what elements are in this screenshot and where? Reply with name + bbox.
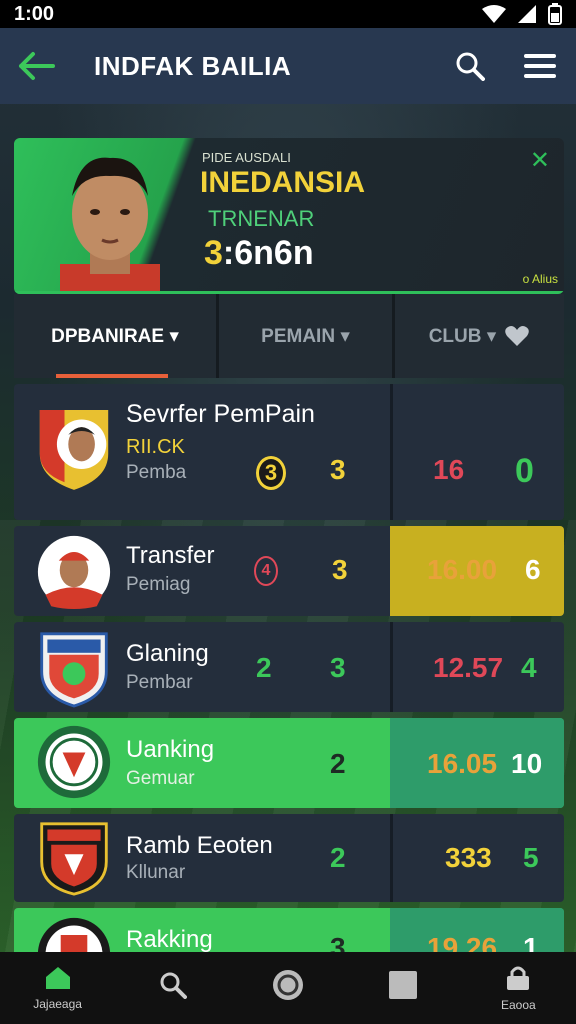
wifi-icon — [482, 5, 506, 23]
hero-value: 3:6n6n — [204, 234, 314, 272]
row-name: Glaning — [126, 640, 209, 667]
row-stat-2: 3 — [330, 652, 346, 683]
status-bar: 1:00 — [0, 0, 576, 28]
club-logo — [40, 822, 108, 896]
row-stat-3: 19.26 — [427, 932, 498, 952]
tab-label: CLUB ▾ — [428, 325, 497, 347]
row-stat-1: 3 — [256, 456, 286, 490]
hero-supertitle: PIDE AUSDALI — [202, 150, 291, 165]
menu-button[interactable] — [518, 44, 562, 88]
lock-icon — [507, 966, 530, 990]
nav-ball[interactable] — [238, 968, 338, 1008]
hero-corner-text: o Alius — [522, 272, 558, 286]
row-stat-3: 333 — [445, 842, 492, 873]
search-button[interactable] — [448, 44, 492, 88]
hero-name: INEDANSIA — [200, 166, 366, 199]
row-name: Transfer — [126, 542, 215, 569]
row-stat-3: 12.57 — [433, 652, 504, 683]
active-tab-indicator — [56, 374, 168, 378]
heart-icon[interactable] — [504, 324, 530, 348]
tab-label: DPBANIRAE ▾ — [51, 325, 179, 347]
row-name: Rakking — [126, 926, 213, 952]
tab-pemain[interactable]: PEMAIN ▾ — [216, 294, 392, 378]
tab-dpbaniriae[interactable]: DPBANIRAE ▾ — [14, 294, 216, 378]
row-name: Uanking — [126, 736, 215, 763]
club-logo — [37, 917, 111, 952]
search-icon — [456, 52, 485, 81]
hero-subtitle: TRNENAR — [208, 206, 315, 231]
row-sub: Gemuar — [126, 768, 195, 789]
row-sub: Pembar — [126, 672, 193, 693]
row-stat-4: 0 — [515, 452, 534, 490]
player-photo — [60, 157, 160, 294]
row-sub: Pemba — [126, 462, 187, 483]
row-sub: Pemiag — [126, 574, 191, 595]
row-stat-4: 1 — [523, 932, 539, 952]
tab-club[interactable]: CLUB ▾ — [392, 294, 564, 378]
square-icon — [389, 971, 418, 999]
row-stat-3: 16.05 — [427, 748, 498, 779]
row-stat-3: 16.00 — [427, 554, 498, 585]
status-icons — [482, 3, 562, 25]
nav-profile[interactable]: Eaooa — [468, 964, 568, 1012]
table-row[interactable]: Ramb Eeoten Kllunar 2 333 5 — [14, 814, 564, 902]
row-stat-4: 5 — [523, 842, 539, 873]
status-time: 1:00 — [14, 2, 55, 25]
nav-home[interactable]: Jajaeaga — [8, 965, 108, 1011]
club-logo — [37, 725, 111, 799]
nav-label: Jajaeaga — [33, 997, 82, 1011]
row-stat-1: 2 — [256, 652, 272, 683]
row-stat-3: 16 — [433, 454, 465, 485]
close-icon[interactable]: ✕ — [530, 146, 550, 175]
ball-icon — [272, 970, 303, 1000]
page-title: INDFAK BAILIA — [94, 50, 292, 81]
club-logo — [40, 632, 108, 708]
row-stat-4: 10 — [511, 748, 543, 779]
bottom-navigation: Jajaeaga Eaooa — [0, 952, 576, 1024]
featured-player-card[interactable]: PIDE AUSDALI INEDANSIA TRNENAR 3:6n6n ✕ … — [14, 138, 564, 294]
club-logo — [39, 410, 109, 490]
row-stat-4: 4 — [521, 652, 537, 683]
app-header: INDFAK BAILIA — [0, 28, 576, 104]
row-name: Ramb Eeoten — [126, 832, 273, 859]
search-icon — [160, 972, 187, 999]
row-stat-4: 6 — [525, 554, 541, 585]
player-avatar — [37, 535, 111, 610]
table-row[interactable]: Rakking 3 19.26 1 — [14, 908, 564, 952]
signal-icon — [518, 5, 536, 23]
hamburger-icon — [524, 54, 556, 78]
battery-icon — [548, 3, 562, 25]
row-code: RII.CK — [126, 436, 185, 458]
row-sub: Kllunar — [126, 862, 186, 883]
row-stat-2: 3 — [330, 932, 346, 952]
row-stat-2: 3 — [332, 554, 348, 585]
table-row[interactable]: Transfer Pemiag 4 3 16.00 6 — [14, 526, 564, 616]
row-stat-2: 2 — [330, 748, 346, 779]
row-stat-2: 3 — [330, 454, 346, 485]
table-row[interactable]: Sevrfer PemPain RII.CK Pemba 3 3 16 0 — [14, 384, 564, 520]
row-name: Sevrfer PemPain — [126, 400, 315, 428]
table-row[interactable]: Uanking Gemuar 2 16.05 10 — [14, 718, 564, 808]
nav-square[interactable] — [353, 970, 453, 1006]
table-row[interactable]: Glaning Pembar 2 3 12.57 4 — [14, 622, 564, 712]
filter-tabs: DPBANIRAE ▾ PEMAIN ▾ CLUB ▾ — [14, 294, 564, 378]
row-stat-2: 2 — [330, 842, 346, 873]
tab-label: PEMAIN ▾ — [261, 325, 350, 347]
back-button[interactable] — [14, 44, 58, 88]
home-icon — [45, 967, 70, 989]
back-arrow-icon — [19, 52, 55, 80]
nav-search[interactable] — [123, 971, 223, 1005]
row-stat-1: 4 — [254, 556, 278, 586]
nav-label: Eaooa — [500, 998, 536, 1012]
